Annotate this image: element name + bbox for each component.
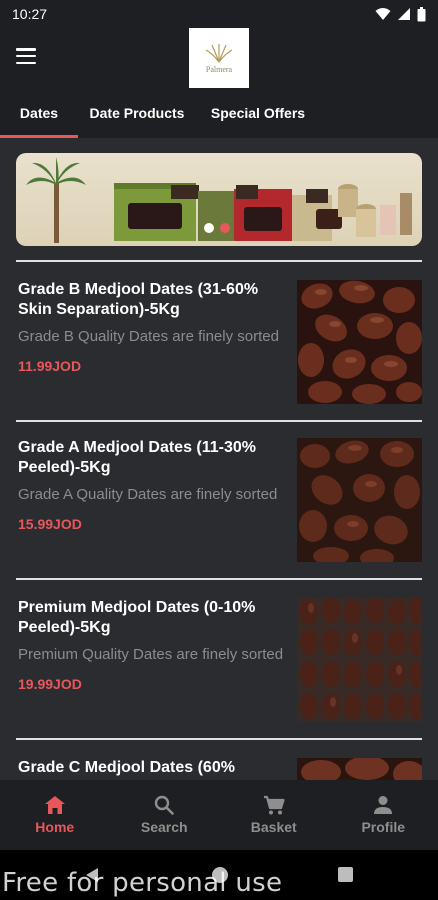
- nav-profile-label: Profile: [361, 819, 406, 835]
- nav-profile[interactable]: Profile: [329, 780, 438, 850]
- divider: [16, 420, 422, 422]
- status-icons: [375, 6, 426, 22]
- person-icon: [374, 796, 393, 814]
- product-title: Grade B Medjool Dates (31-60% Skin Separ…: [18, 281, 259, 318]
- product-description: Premium Quality Dates are finely sorted: [18, 646, 284, 663]
- tab-date-products[interactable]: Date Products: [78, 88, 196, 138]
- carousel-dots: [204, 223, 230, 233]
- battery-icon: [417, 6, 426, 21]
- home-button-icon[interactable]: [212, 867, 228, 883]
- bottom-nav: Home Search Basket Profile: [0, 780, 438, 850]
- logo-wordmark: Palmera: [205, 65, 233, 74]
- carousel-dot-2[interactable]: [220, 223, 230, 233]
- category-tabs: Dates Date Products Special Offers: [0, 88, 438, 138]
- product-price: 11.99JOD: [18, 358, 82, 374]
- wifi-icon: [375, 8, 391, 20]
- nav-search[interactable]: Search: [110, 780, 220, 850]
- product-title: Premium Medjool Dates (0-10% Peeled)-5Kg: [18, 599, 256, 636]
- divider: [16, 260, 422, 262]
- divider: [16, 738, 422, 740]
- product-description: Grade B Quality Dates are finely sorted: [18, 328, 279, 345]
- menu-icon[interactable]: [16, 48, 36, 64]
- signal-icon: [398, 8, 410, 20]
- system-nav-bar: [0, 850, 438, 900]
- product-list-area[interactable]: Grade B Medjool Dates (31-60% Skin Separ…: [0, 138, 438, 780]
- back-icon[interactable]: [84, 867, 100, 883]
- product-title: Grade A Medjool Dates (11-30% Peeled)-5K…: [18, 439, 256, 476]
- product-price: 19.99JOD: [18, 676, 82, 692]
- status-time: 10:27: [12, 6, 48, 22]
- nav-basket[interactable]: Basket: [219, 780, 329, 850]
- product-image: [297, 758, 422, 780]
- nav-home-label: Home: [35, 819, 75, 835]
- palm-logo-icon: [205, 44, 233, 63]
- carousel-dot-1[interactable]: [204, 223, 214, 233]
- nav-home[interactable]: Home: [0, 780, 110, 850]
- divider: [16, 578, 422, 580]
- promo-banner[interactable]: [16, 153, 422, 246]
- nav-search-label: Search: [140, 819, 188, 835]
- app-header: Palmera: [0, 28, 438, 88]
- home-icon: [44, 796, 65, 814]
- nav-basket-label: Basket: [250, 819, 297, 835]
- product-price: 15.99JOD: [18, 516, 82, 532]
- product-item-grade-a[interactable]: Grade A Medjool Dates (11-30% Peeled)-5K…: [16, 438, 422, 564]
- tab-dates[interactable]: Dates: [0, 88, 78, 138]
- product-description: Grade A Quality Dates are finely sorted: [18, 486, 278, 503]
- product-item-premium[interactable]: Premium Medjool Dates (0-10% Peeled)-5Kg…: [16, 598, 422, 724]
- brand-logo: Palmera: [189, 28, 249, 88]
- product-title: Grade C Medjool Dates (60%: [18, 759, 235, 776]
- status-bar: 10:27: [0, 0, 438, 28]
- product-image: [297, 598, 422, 722]
- recent-apps-icon[interactable]: [338, 867, 353, 882]
- product-item-grade-c[interactable]: Grade C Medjool Dates (60%: [16, 758, 422, 780]
- product-item-grade-b[interactable]: Grade B Medjool Dates (31-60% Skin Separ…: [16, 280, 422, 406]
- product-image: [297, 280, 422, 404]
- tab-special-offers[interactable]: Special Offers: [196, 88, 320, 138]
- cart-icon: [263, 795, 285, 815]
- search-icon: [155, 795, 175, 815]
- product-image: [297, 438, 422, 562]
